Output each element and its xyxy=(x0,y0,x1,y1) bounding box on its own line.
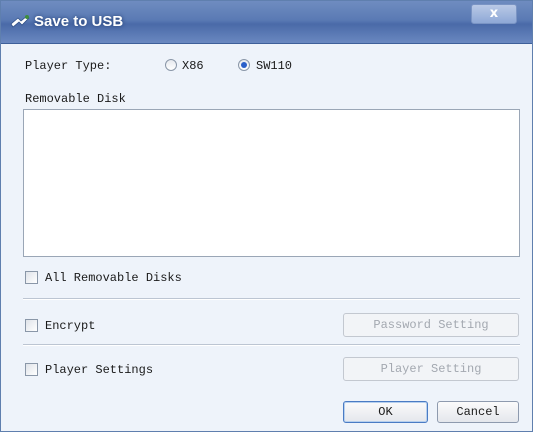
separator xyxy=(23,298,520,300)
player-setting-button[interactable]: Player Setting xyxy=(343,357,519,381)
radio-x86-label[interactable]: X86 xyxy=(182,59,204,73)
dialog-title: Save to USB xyxy=(34,13,124,30)
save-to-usb-dialog: Save to USB x Player Type: X86 SW110 Rem… xyxy=(0,0,533,432)
close-icon: x xyxy=(489,6,499,21)
player-type-label: Player Type: xyxy=(25,59,112,73)
radio-sw110[interactable] xyxy=(238,59,250,71)
ok-button[interactable]: OK xyxy=(343,401,428,423)
title-bar[interactable]: Save to USB x xyxy=(1,1,532,44)
player-settings-label[interactable]: Player Settings xyxy=(45,363,153,377)
removable-disk-list[interactable] xyxy=(23,109,520,257)
usb-save-icon xyxy=(10,15,30,28)
player-settings-checkbox[interactable] xyxy=(25,363,38,376)
cancel-button[interactable]: Cancel xyxy=(437,401,519,423)
encrypt-label[interactable]: Encrypt xyxy=(45,319,95,333)
separator xyxy=(23,344,520,346)
encrypt-checkbox[interactable] xyxy=(25,319,38,332)
password-setting-button[interactable]: Password Setting xyxy=(343,313,519,337)
radio-x86[interactable] xyxy=(165,59,177,71)
radio-sw110-label[interactable]: SW110 xyxy=(256,59,292,73)
all-removable-disks-checkbox[interactable] xyxy=(25,271,38,284)
removable-disk-label: Removable Disk xyxy=(25,92,126,106)
all-removable-disks-label[interactable]: All Removable Disks xyxy=(45,271,182,285)
close-button[interactable]: x xyxy=(471,4,517,24)
